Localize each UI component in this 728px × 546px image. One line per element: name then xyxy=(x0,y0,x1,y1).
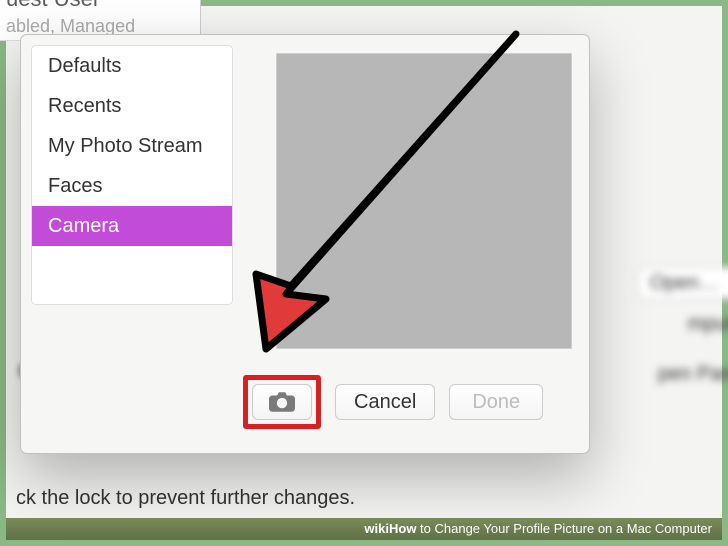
camera-preview xyxy=(276,53,572,349)
source-faces[interactable]: Faces xyxy=(32,166,232,206)
camera-icon xyxy=(269,392,295,412)
source-defaults[interactable]: Defaults xyxy=(32,46,232,86)
source-camera[interactable]: Camera xyxy=(32,206,232,246)
take-photo-button[interactable] xyxy=(252,384,312,420)
source-recents[interactable]: Recents xyxy=(32,86,232,126)
lock-hint-text: ck the lock to prevent further changes. xyxy=(16,487,355,510)
wikihow-caption: wikiHow to Change Your Profile Picture o… xyxy=(6,518,722,540)
caption-brand: wiki xyxy=(364,521,389,536)
caption-how: How xyxy=(389,521,416,536)
done-button[interactable]: Done xyxy=(449,384,543,420)
picture-picker-popover: Defaults Recents My Photo Stream Faces C… xyxy=(20,34,590,454)
open-button[interactable]: Open… xyxy=(637,267,728,299)
cancel-button[interactable]: Cancel xyxy=(335,384,435,420)
tutorial-highlight xyxy=(243,375,321,429)
caption-title: to Change Your Profile Picture on a Mac … xyxy=(416,521,712,536)
text-fragment-mputer: mputer xyxy=(688,313,728,336)
user-name: uest User xyxy=(6,0,100,11)
source-list: Defaults Recents My Photo Stream Faces C… xyxy=(31,45,233,305)
source-my-photo-stream[interactable]: My Photo Stream xyxy=(32,126,232,166)
text-fragment-parental: pen Parenta xyxy=(658,363,728,386)
